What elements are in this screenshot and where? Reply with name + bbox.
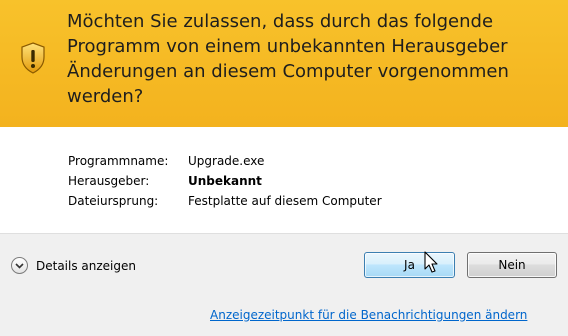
no-button[interactable]: Nein xyxy=(467,252,557,278)
chevron-down-icon[interactable] xyxy=(11,257,28,274)
warning-shield-icon xyxy=(21,42,45,74)
uac-header-banner: Möchten Sie zulassen, dass durch das fol… xyxy=(0,0,568,127)
uac-question-text: Möchten Sie zulassen, dass durch das fol… xyxy=(67,11,509,107)
yes-button[interactable]: Ja xyxy=(364,252,455,278)
publisher-value: Unbekannt xyxy=(188,174,262,188)
program-name-value: Upgrade.exe xyxy=(188,154,265,168)
details-toggle[interactable]: Details anzeigen xyxy=(11,257,136,274)
program-name-label: Programmname: xyxy=(68,154,169,168)
file-origin-label: Dateiursprung: xyxy=(68,194,159,208)
mouse-pointer-icon xyxy=(424,251,438,273)
notification-settings-link[interactable]: Anzeigezeitpunkt für die Benachrichtigun… xyxy=(210,308,527,322)
dialog-footer: Details anzeigen Ja Nein Anzeigezeitpunk… xyxy=(0,233,568,336)
details-label[interactable]: Details anzeigen xyxy=(36,259,136,273)
file-origin-value: Festplatte auf diesem Computer xyxy=(188,194,382,208)
publisher-label: Herausgeber: xyxy=(68,174,150,188)
